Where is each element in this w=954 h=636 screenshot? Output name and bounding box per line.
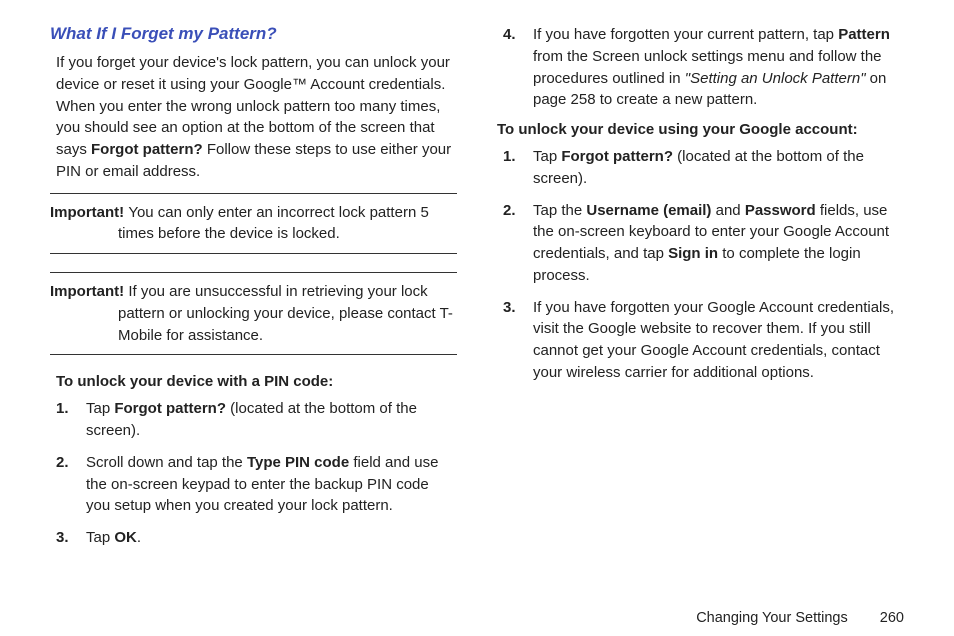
step-text: Scroll down and tap the Type PIN code fi… [86,452,457,517]
italic-reference: "Setting an Unlock Pattern" [685,70,866,87]
page-content: What If I Forget my Pattern? If you forg… [0,0,954,569]
page-footer: Changing Your Settings 260 [696,610,904,626]
right-column: 4. If you have forgotten your current pa… [497,24,904,559]
step-text: If you have forgotten your Google Accoun… [533,297,904,384]
intro-bold: Forgot pattern? [91,141,203,158]
list-item: 1. Tap Forgot pattern? (located at the b… [503,146,904,190]
important-label: Important! [50,204,128,221]
step-number: 2. [503,200,533,222]
important-text: You can only enter an incorrect lock pat… [118,204,429,243]
footer-section-name: Changing Your Settings [696,610,848,626]
intro-paragraph: If you forget your device's lock pattern… [50,52,457,183]
bold-text: Type PIN code [247,454,349,471]
important-label: Important! [50,283,128,300]
pin-subheading: To unlock your device with a PIN code: [56,373,457,390]
list-item: 3. Tap OK. [56,527,457,549]
bold-text: Forgot pattern? [114,400,226,417]
page-number: 260 [880,610,904,626]
list-item: 1. Tap Forgot pattern? (located at the b… [56,398,457,442]
google-subheading: To unlock your device using your Google … [497,121,904,138]
step-number: 3. [503,297,533,319]
step-text: Tap the Username (email) and Password fi… [533,200,904,287]
google-steps-list: 1. Tap Forgot pattern? (located at the b… [497,146,904,384]
step-number: 1. [56,398,86,420]
list-item: 2. Scroll down and tap the Type PIN code… [56,452,457,517]
list-item: 3. If you have forgotten your Google Acc… [503,297,904,384]
step-number: 4. [503,24,533,46]
text: Tap [533,148,561,165]
text: Tap the [533,202,586,219]
text: Scroll down and tap the [86,454,247,471]
list-item: 2. Tap the Username (email) and Password… [503,200,904,287]
bold-text: Password [745,202,816,219]
step-number: 1. [503,146,533,168]
step-number: 2. [56,452,86,474]
continued-steps-list: 4. If you have forgotten your current pa… [497,24,904,111]
left-column: What If I Forget my Pattern? If you forg… [50,24,457,559]
bold-text: Username (email) [586,202,711,219]
bold-text: Pattern [838,26,890,43]
section-heading: What If I Forget my Pattern? [50,24,457,44]
pin-steps-list: 1. Tap Forgot pattern? (located at the b… [50,398,457,549]
step-number: 3. [56,527,86,549]
bold-text: OK [114,529,137,546]
step-text: Tap Forgot pattern? (located at the bott… [533,146,904,190]
text: If you have forgotten your Google Accoun… [533,299,894,381]
important-note-2: Important! If you are unsuccessful in re… [50,272,457,355]
text: Tap [86,529,114,546]
text: Tap [86,400,114,417]
list-item: 4. If you have forgotten your current pa… [503,24,904,111]
step-text: If you have forgotten your current patte… [533,24,904,111]
bold-text: Forgot pattern? [561,148,673,165]
text: . [137,529,141,546]
text: and [711,202,744,219]
step-text: Tap Forgot pattern? (located at the bott… [86,398,457,442]
step-text: Tap OK. [86,527,457,549]
important-note-1: Important! You can only enter an incorre… [50,193,457,255]
important-text: If you are unsuccessful in retrieving yo… [118,283,453,344]
text: If you have forgotten your current patte… [533,26,838,43]
bold-text: Sign in [668,245,718,262]
